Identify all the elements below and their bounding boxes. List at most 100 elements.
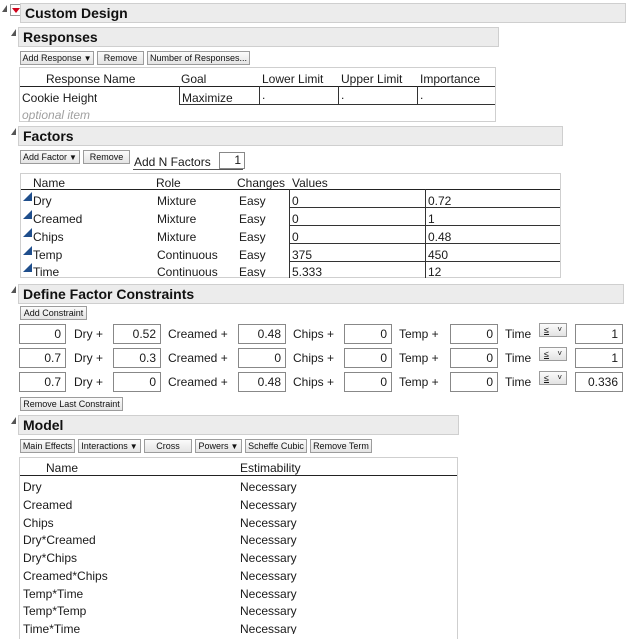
factor-name-cell[interactable]: Chips <box>33 230 64 244</box>
factor-name-cell[interactable]: Dry <box>33 194 52 208</box>
number-of-responses-button[interactable]: Number of Responses... <box>147 51 250 65</box>
cross-button[interactable]: Cross <box>144 439 192 453</box>
disclosure-icon[interactable] <box>2 5 7 12</box>
factor-low-value[interactable]: 5.333 <box>292 265 322 277</box>
constraint-coef-input[interactable]: 0 <box>113 372 161 392</box>
constraint-term-label: Temp + <box>399 327 439 341</box>
model-term-estimability[interactable]: Necessary <box>240 551 297 565</box>
response-lower-cell[interactable]: . <box>262 88 265 102</box>
disclosure-icon[interactable] <box>11 128 16 135</box>
factor-name-cell[interactable]: Time <box>33 265 59 277</box>
factor-high-value[interactable]: 12 <box>428 265 441 277</box>
response-upper-cell[interactable]: . <box>341 88 344 102</box>
factor-expand-icon[interactable] <box>23 228 32 237</box>
constraint-coef-input[interactable]: 0 <box>450 324 498 344</box>
constraint-coef-input[interactable]: 0 <box>19 324 66 344</box>
constraints-header[interactable]: Define Factor Constraints <box>18 284 624 304</box>
factor-changes-cell[interactable]: Easy <box>239 194 266 208</box>
dropdown-arrow-icon: ▼ <box>230 442 239 451</box>
factor-expand-icon[interactable] <box>23 246 32 255</box>
factor-role-cell: Continuous <box>157 248 218 262</box>
factor-changes-cell[interactable]: Easy <box>239 265 266 277</box>
constraint-coef-input[interactable]: 0 <box>344 372 392 392</box>
model-term-estimability[interactable]: Necessary <box>240 480 297 494</box>
constraint-term-label: Chips + <box>293 375 335 389</box>
remove-response-button[interactable]: Remove <box>97 51 144 65</box>
model-term-name[interactable]: Chips <box>23 516 54 530</box>
model-term-estimability[interactable]: Necessary <box>240 533 297 547</box>
constraint-coef-input[interactable]: 0.7 <box>19 372 66 392</box>
add-factor-button[interactable]: Add Factor ▼ <box>20 150 80 164</box>
constraint-rhs-input[interactable]: 1 <box>575 324 623 344</box>
model-header[interactable]: Model <box>18 415 459 435</box>
response-goal-cell[interactable]: Maximize <box>182 91 233 105</box>
disclosure-icon[interactable] <box>11 286 16 293</box>
constraint-rhs-input[interactable]: 0.336 <box>575 372 623 392</box>
remove-term-button[interactable]: Remove Term <box>310 439 372 453</box>
factor-low-value[interactable]: 375 <box>292 248 312 262</box>
model-term-name[interactable]: Temp*Time <box>23 587 83 601</box>
factor-expand-icon[interactable] <box>23 263 32 272</box>
factor-role-cell: Mixture <box>157 230 197 244</box>
constraint-coef-input[interactable]: 0.52 <box>113 324 161 344</box>
constraint-relation-dropdown[interactable]: ≤ ˅ <box>539 347 567 361</box>
factor-high-value[interactable]: 1 <box>428 212 435 226</box>
factor-expand-icon[interactable] <box>23 210 32 219</box>
constraint-rhs-input[interactable]: 1 <box>575 348 623 368</box>
model-term-estimability[interactable]: Necessary <box>240 622 297 634</box>
factor-low-value[interactable]: 0 <box>292 212 299 226</box>
add-n-factors-input[interactable]: 1 <box>219 152 245 169</box>
remove-factor-button[interactable]: Remove <box>83 150 130 164</box>
model-term-name[interactable]: Dry*Chips <box>23 551 77 565</box>
constraint-coef-input[interactable]: 0.3 <box>113 348 161 368</box>
model-term-name[interactable]: Dry <box>23 480 42 494</box>
factor-changes-cell[interactable]: Easy <box>239 212 266 226</box>
model-term-name[interactable]: Dry*Creamed <box>23 533 96 547</box>
factor-low-value[interactable]: 0 <box>292 230 299 244</box>
remove-last-constraint-button[interactable]: Remove Last Constraint <box>20 397 123 411</box>
constraint-coef-input[interactable]: 0 <box>450 372 498 392</box>
factor-high-value[interactable]: 450 <box>428 248 448 262</box>
model-term-estimability[interactable]: Necessary <box>240 569 297 583</box>
factor-name-cell[interactable]: Temp <box>33 248 62 262</box>
model-term-estimability[interactable]: Necessary <box>240 587 297 601</box>
factor-low-value[interactable]: 0 <box>292 194 299 208</box>
model-term-name[interactable]: Creamed <box>23 498 72 512</box>
constraint-coef-input[interactable]: 0 <box>450 348 498 368</box>
constraint-relation-dropdown[interactable]: ≤ ˅ <box>539 323 567 337</box>
constraint-coef-input[interactable]: 0.48 <box>238 372 286 392</box>
response-importance-cell[interactable]: . <box>420 88 423 102</box>
main-effects-button[interactable]: Main Effects <box>20 439 75 453</box>
disclosure-icon[interactable] <box>11 417 16 424</box>
model-term-name[interactable]: Temp*Temp <box>23 604 86 618</box>
factors-header[interactable]: Factors <box>18 126 563 146</box>
interactions-button[interactable]: Interactions ▼ <box>78 439 141 453</box>
response-name-cell[interactable]: Cookie Height <box>22 91 97 105</box>
model-term-name[interactable]: Creamed*Chips <box>23 569 108 583</box>
factor-role-cell: Mixture <box>157 212 197 226</box>
add-response-button[interactable]: Add Response ▼ <box>20 51 94 65</box>
model-term-name[interactable]: Time*Time <box>23 622 80 634</box>
optional-item-placeholder[interactable]: optional item <box>22 108 90 122</box>
constraint-coef-input[interactable]: 0 <box>238 348 286 368</box>
constraint-coef-input[interactable]: 0 <box>344 324 392 344</box>
model-term-estimability[interactable]: Necessary <box>240 498 297 512</box>
disclosure-icon[interactable] <box>11 29 16 36</box>
constraint-coef-input[interactable]: 0.48 <box>238 324 286 344</box>
factor-expand-icon[interactable] <box>23 192 32 201</box>
factor-changes-cell[interactable]: Easy <box>239 230 266 244</box>
constraint-relation-dropdown[interactable]: ≤ ˅ <box>539 371 567 385</box>
factor-high-value[interactable]: 0.72 <box>428 194 451 208</box>
scheffe-cubic-button[interactable]: Scheffe Cubic <box>245 439 307 453</box>
powers-button[interactable]: Powers ▼ <box>195 439 242 453</box>
constraint-term-label: Dry + <box>74 375 104 389</box>
add-constraint-button[interactable]: Add Constraint <box>20 306 87 320</box>
constraint-coef-input[interactable]: 0.7 <box>19 348 66 368</box>
factor-changes-cell[interactable]: Easy <box>239 248 266 262</box>
factor-high-value[interactable]: 0.48 <box>428 230 451 244</box>
model-term-estimability[interactable]: Necessary <box>240 516 297 530</box>
factor-name-cell[interactable]: Creamed <box>33 212 82 226</box>
responses-header[interactable]: Responses <box>18 27 499 47</box>
model-term-estimability[interactable]: Necessary <box>240 604 297 618</box>
constraint-coef-input[interactable]: 0 <box>344 348 392 368</box>
